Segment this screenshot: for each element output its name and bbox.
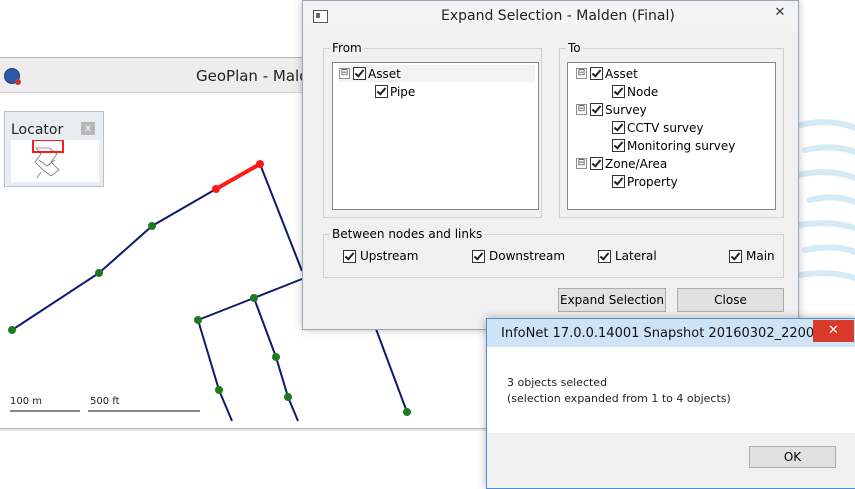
app-globe-icon (4, 68, 21, 85)
pipe-link (11, 188, 217, 331)
collapse-icon[interactable]: ⊟ (576, 158, 587, 169)
expand-selection-button[interactable]: Expand Selection (558, 288, 666, 312)
to-tree-node-node[interactable]: Node (612, 83, 658, 100)
node (194, 316, 202, 324)
locator-overview-map[interactable] (11, 140, 99, 182)
ok-button[interactable]: OK (749, 446, 836, 468)
to-zone-checkbox[interactable] (590, 157, 603, 170)
from-label: From (330, 41, 364, 55)
tree-node-label: Asset (368, 66, 401, 81)
collapse-icon[interactable]: ⊟ (576, 68, 587, 79)
main-checkbox[interactable]: Main (729, 248, 775, 264)
to-tree[interactable]: ⊟ Asset Node ⊟ Survey CCTV survey Monito… (567, 62, 776, 210)
tree-node-label: CCTV survey (627, 120, 704, 135)
dialog-title: Expand Selection - Malden (Final) (441, 8, 675, 24)
dialog-window-icon (313, 10, 328, 23)
message-title: InfoNet 17.0.0.14001 Snapshot 20160302_2… (501, 326, 815, 341)
to-tree-node-survey[interactable]: ⊟ Survey (576, 101, 647, 118)
tree-node-label: Monitoring survey (627, 138, 736, 153)
main-check-box[interactable] (729, 249, 742, 263)
collapse-icon[interactable]: ⊟ (576, 104, 587, 115)
tree-node-label: Zone/Area (605, 156, 668, 171)
dialog-titlebar[interactable]: Expand Selection - Malden (Final) ✕ (303, 1, 798, 31)
between-label: Between nodes and links (330, 227, 485, 241)
to-tree-node-asset[interactable]: ⊟ Asset (576, 65, 638, 82)
pipe-link (259, 163, 303, 272)
collapse-icon[interactable]: ⊟ (339, 68, 350, 79)
from-pipe-checkbox[interactable] (375, 85, 388, 98)
to-tree-node-zone[interactable]: ⊟ Zone/Area (576, 155, 667, 172)
node (148, 222, 156, 230)
lateral-label: Lateral (615, 249, 657, 263)
downstream-check-box[interactable] (472, 249, 485, 263)
geoplan-lower-area (0, 428, 520, 488)
node (215, 386, 223, 394)
message-close-button[interactable]: ✕ (813, 320, 854, 342)
upstream-check-box[interactable] (343, 249, 356, 263)
pipe-link (375, 328, 408, 413)
geoplan-title: GeoPlan - Malde (196, 67, 318, 85)
selected-node (256, 160, 264, 168)
to-tree-node-property[interactable]: Property (612, 173, 678, 190)
from-tree-node-pipe[interactable]: Pipe (375, 83, 415, 100)
node (272, 353, 280, 361)
scale-imperial: 500 ft (90, 396, 120, 407)
to-cctv-checkbox[interactable] (612, 121, 625, 134)
node (403, 408, 411, 416)
upstream-label: Upstream (360, 249, 419, 263)
to-tree-node-cctv[interactable]: CCTV survey (612, 119, 704, 136)
node (8, 326, 16, 334)
selected-pipe (215, 162, 261, 191)
node (250, 294, 258, 302)
tree-node-label: Survey (605, 102, 647, 117)
node (284, 393, 292, 401)
message-line-2: (selection expanded from 1 to 4 objects) (507, 392, 731, 405)
message-body: 3 objects selected (selection expanded f… (487, 347, 855, 433)
tree-node-label: Pipe (390, 84, 416, 99)
to-node-checkbox[interactable] (612, 85, 625, 98)
expand-selection-dialog[interactable]: Expand Selection - Malden (Final) ✕ From… (302, 0, 799, 330)
from-tree-node-asset[interactable]: ⊟ Asset (339, 65, 535, 82)
downstream-label: Downstream (489, 249, 566, 263)
close-button[interactable]: Close (677, 288, 784, 312)
upstream-checkbox[interactable]: Upstream (343, 248, 418, 264)
node (95, 269, 103, 277)
dialog-close-button[interactable]: ✕ (765, 3, 795, 22)
lateral-checkbox[interactable]: Lateral (598, 248, 657, 264)
main-label: Main (746, 249, 775, 263)
tree-node-label: Asset (605, 66, 638, 81)
message-line-1: 3 objects selected (507, 376, 608, 389)
locator-panel[interactable]: Locator x (4, 111, 104, 187)
tree-node-label: Property (627, 174, 678, 189)
pipe-link (197, 278, 303, 321)
from-asset-checkbox[interactable] (353, 67, 366, 80)
to-label: To (566, 41, 583, 55)
infonet-message-box[interactable]: InfoNet 17.0.0.14001 Snapshot 20160302_2… (486, 318, 855, 489)
to-property-checkbox[interactable] (612, 175, 625, 188)
message-titlebar[interactable]: InfoNet 17.0.0.14001 Snapshot 20160302_2… (487, 319, 855, 347)
downstream-checkbox[interactable]: Downstream (472, 248, 565, 264)
pipe-link (197, 319, 233, 422)
tree-node-label: Node (627, 84, 659, 99)
locator-close-icon[interactable]: x (81, 122, 95, 135)
from-tree[interactable]: ⊟ Asset Pipe (332, 62, 539, 210)
lateral-check-box[interactable] (598, 249, 611, 263)
to-monitoring-checkbox[interactable] (612, 139, 625, 152)
scale-metric: 100 m (10, 396, 43, 407)
to-tree-node-monitoring[interactable]: Monitoring survey (612, 137, 735, 154)
selected-node (212, 185, 220, 193)
to-asset-checkbox[interactable] (590, 67, 603, 80)
locator-title: Locator (11, 122, 64, 138)
to-survey-checkbox[interactable] (590, 103, 603, 116)
